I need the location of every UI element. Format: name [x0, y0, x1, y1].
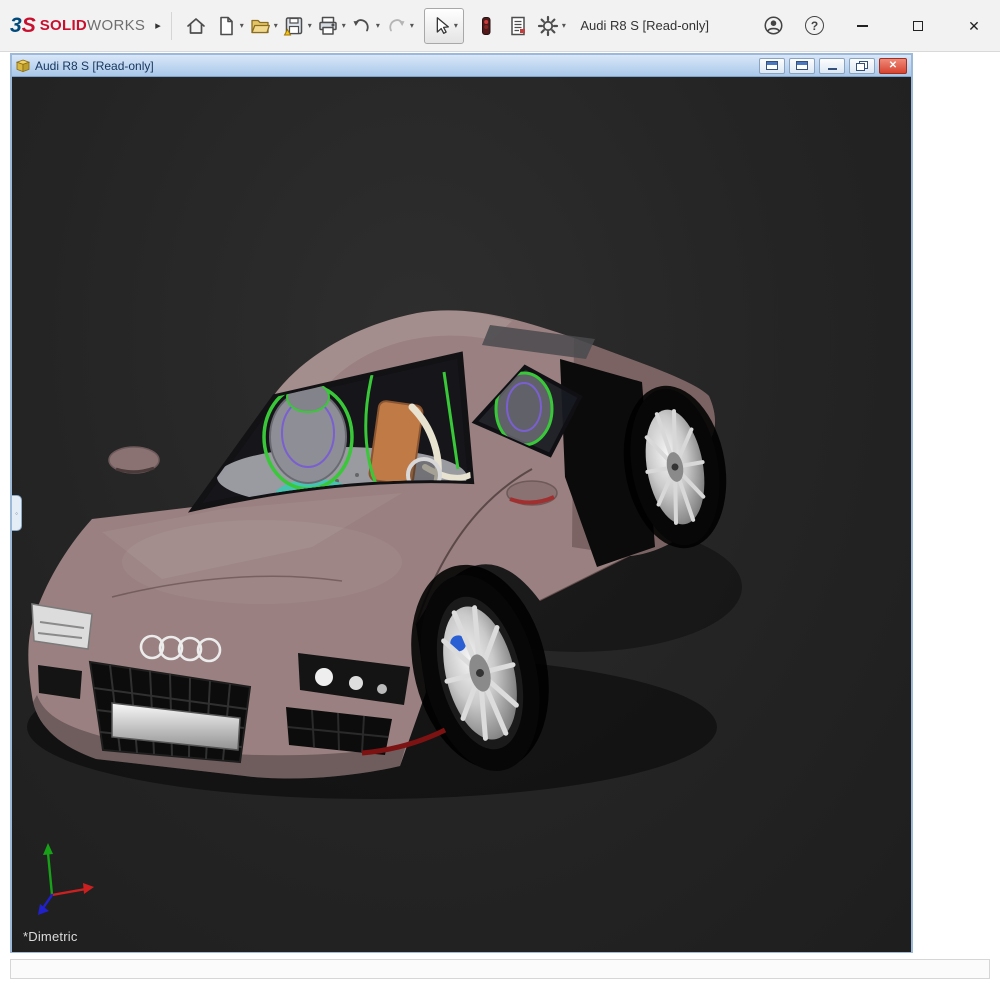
redo-button[interactable]: ▾: [383, 8, 415, 44]
collapsed-panel-tab[interactable]: ◦: [12, 495, 22, 531]
document-window-controls: ✕: [759, 58, 907, 74]
status-message-area: [10, 959, 990, 979]
window-controls: ✕: [846, 8, 990, 44]
options-button[interactable]: ▾: [535, 8, 567, 44]
solidworks-app: 3 S SOLID WORKS ▸ ▾ ▾: [0, 0, 1000, 1000]
new-document-icon: [214, 14, 238, 38]
main-toolbar: 3 S SOLID WORKS ▸ ▾ ▾: [0, 0, 1000, 52]
gear-icon: [536, 14, 560, 38]
print-icon: [316, 14, 340, 38]
document-window: Audi R8 S [Read-only] ✕: [10, 53, 913, 953]
document-titlebar[interactable]: Audi R8 S [Read-only] ✕: [12, 55, 911, 77]
window-pane-icon: [796, 61, 808, 70]
brand-solid-text: SOLID: [40, 17, 87, 34]
dropdown-arrow-icon[interactable]: ▾: [410, 21, 414, 30]
3d-scene[interactable]: [12, 77, 911, 952]
close-icon: ✕: [968, 19, 980, 33]
print-button[interactable]: ▾: [315, 8, 347, 44]
dropdown-arrow-icon[interactable]: ▾: [454, 21, 458, 30]
rebuild-traffic-light-icon: [476, 14, 496, 38]
menu-expand-chevron-icon[interactable]: ▸: [155, 19, 161, 32]
status-bar: [0, 954, 1000, 1000]
dropdown-arrow-icon[interactable]: ▾: [308, 21, 312, 30]
home-button[interactable]: [181, 8, 211, 44]
window-pane-icon: [766, 61, 778, 70]
brand-works-text: WORKS: [87, 17, 145, 34]
dropdown-arrow-icon[interactable]: ▾: [240, 21, 244, 30]
close-button[interactable]: ✕: [959, 8, 989, 44]
3ds-logo-s-icon: S: [22, 14, 36, 38]
undo-icon: [350, 14, 374, 38]
maximize-icon: [913, 21, 923, 31]
minimize-icon: [828, 68, 837, 70]
orientation-triad[interactable]: [38, 843, 94, 915]
3ds-logo-icon: 3: [10, 14, 22, 38]
save-button[interactable]: ▾: [281, 8, 313, 44]
part-file-icon: [16, 59, 30, 73]
active-document-title: Audi R8 S [Read-only]: [580, 18, 709, 33]
select-cursor-icon: [430, 14, 452, 38]
save-icon: [282, 14, 306, 38]
file-properties-button[interactable]: [503, 8, 533, 44]
redo-icon: [384, 14, 408, 38]
open-button[interactable]: ▾: [247, 8, 279, 44]
new-document-button[interactable]: ▾: [213, 8, 245, 44]
doc-window-pane-button-1[interactable]: [759, 58, 785, 74]
account-icon: [762, 14, 785, 37]
dropdown-arrow-icon[interactable]: ▾: [376, 21, 380, 30]
dropdown-arrow-icon[interactable]: ▾: [562, 21, 566, 30]
view-orientation-label: *Dimetric: [23, 929, 78, 944]
maximize-button[interactable]: [903, 8, 933, 44]
help-button[interactable]: ?: [805, 16, 824, 35]
toolbar-right-cluster: ?: [757, 8, 824, 44]
graphics-viewport[interactable]: ◦ *Dimetric: [12, 77, 911, 952]
toolbar-separator: [171, 12, 172, 40]
doc-restore-button[interactable]: [849, 58, 875, 74]
open-folder-icon: [248, 14, 272, 38]
doc-close-button[interactable]: ✕: [879, 58, 907, 74]
document-title: Audi R8 S [Read-only]: [35, 59, 154, 73]
dropdown-arrow-icon[interactable]: ▾: [274, 21, 278, 30]
minimize-button[interactable]: [847, 8, 877, 44]
doc-window-pane-button-2[interactable]: [789, 58, 815, 74]
dropdown-arrow-icon[interactable]: ▾: [342, 21, 346, 30]
select-tool-button[interactable]: ▾: [424, 8, 464, 44]
rebuild-button[interactable]: [471, 8, 501, 44]
minimize-icon: [857, 25, 868, 27]
home-icon: [184, 14, 208, 38]
solidworks-logo: 3 S SOLID WORKS: [10, 14, 145, 38]
doc-minimize-button[interactable]: [819, 58, 845, 74]
account-button[interactable]: [758, 8, 788, 44]
restore-icon: [856, 61, 868, 71]
file-properties-icon: [506, 14, 530, 38]
undo-button[interactable]: ▾: [349, 8, 381, 44]
